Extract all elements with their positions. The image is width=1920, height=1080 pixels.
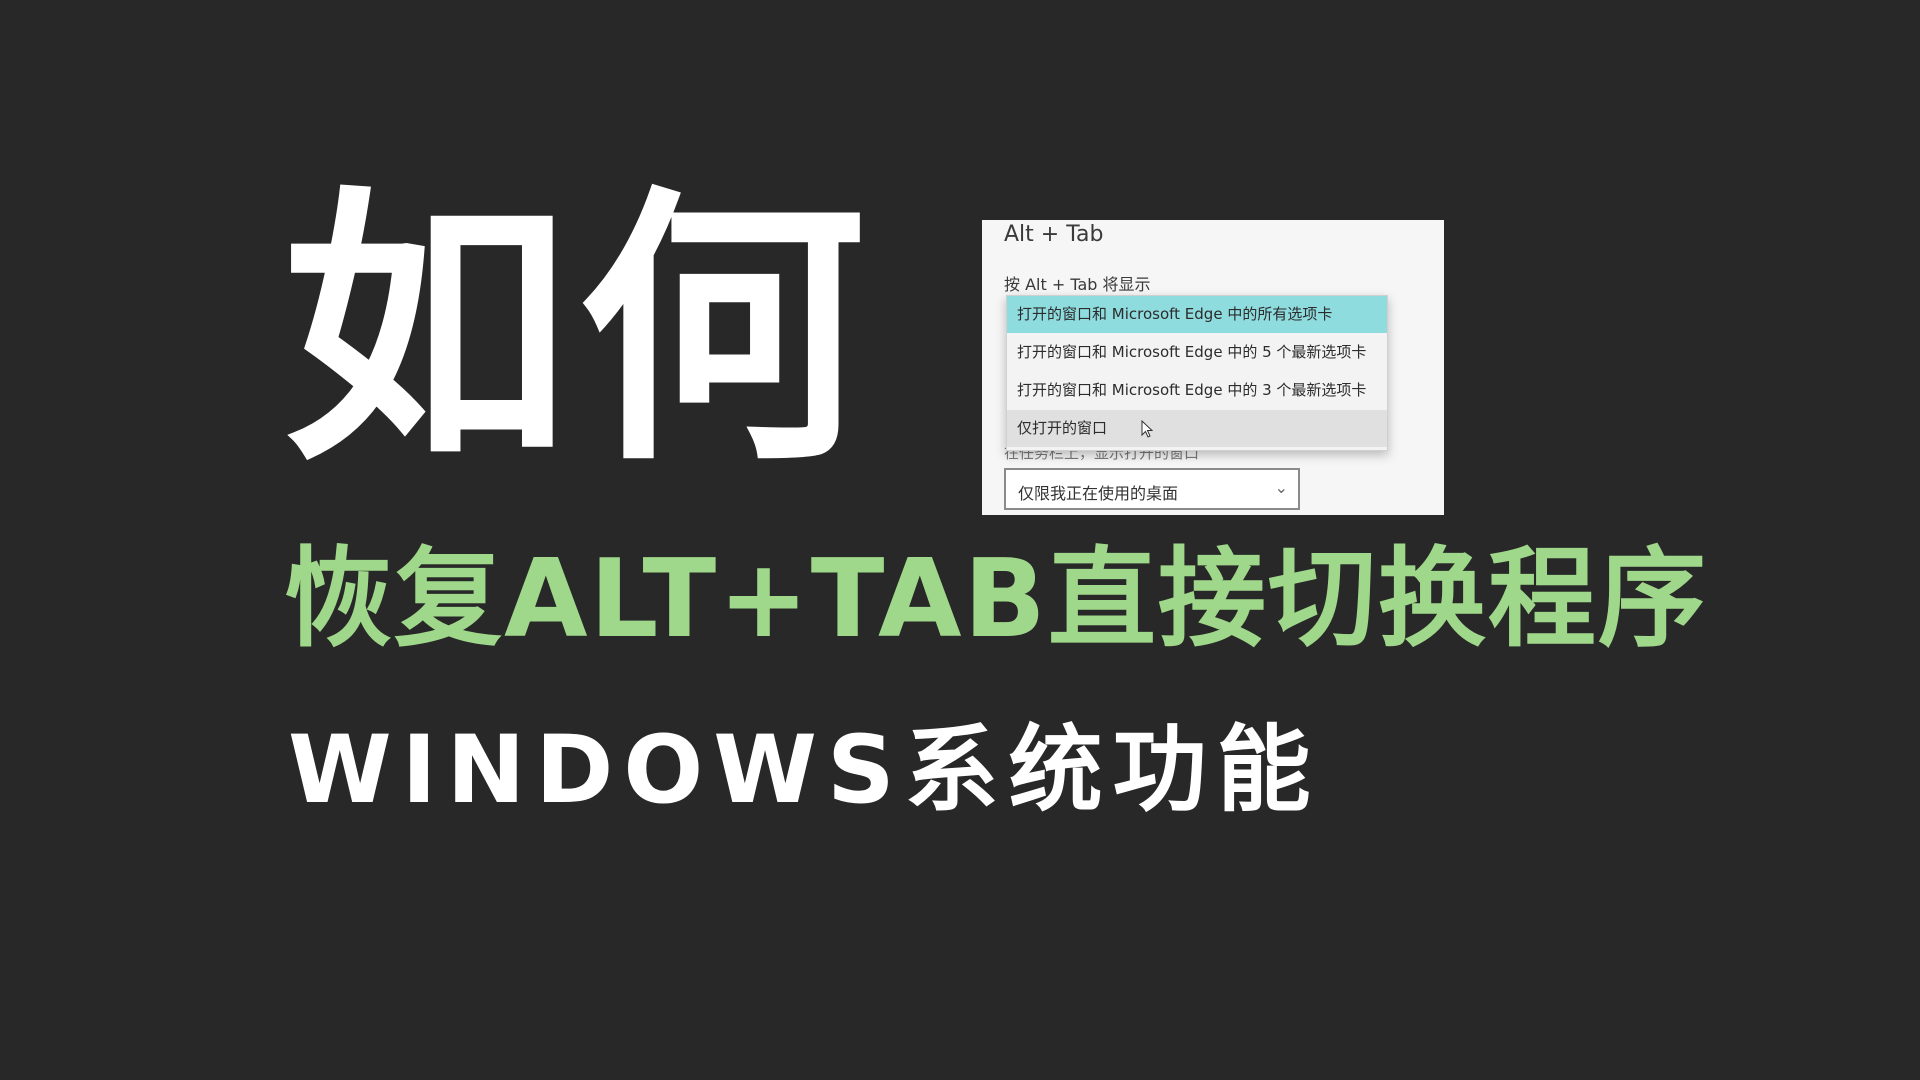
dropdown-option-label: 仅打开的窗口 xyxy=(1017,419,1108,437)
dropdown-option-all-tabs[interactable]: 打开的窗口和 Microsoft Edge 中的所有选项卡 xyxy=(1007,296,1387,333)
chevron-down-icon: ⌄ xyxy=(1274,478,1288,497)
tagline: WINDOWS系统功能 xyxy=(288,716,1321,825)
subtitle: 恢复ALT+TAB直接切换程序 xyxy=(284,537,1708,662)
dropdown-option-label: 打开的窗口和 Microsoft Edge 中的 3 个最新选项卡 xyxy=(1017,381,1367,399)
settings-heading: Alt + Tab xyxy=(1004,222,1104,247)
dropdown-option-windows-only[interactable]: 仅打开的窗口 xyxy=(1007,410,1387,447)
dropdown-option-label: 打开的窗口和 Microsoft Edge 中的所有选项卡 xyxy=(1017,305,1333,323)
dropdown-option-label: 打开的窗口和 Microsoft Edge 中的 5 个最新选项卡 xyxy=(1017,343,1367,361)
mouse-pointer-icon xyxy=(1141,420,1154,438)
page-title: 如何 xyxy=(282,164,874,499)
dropdown-option-3-tabs[interactable]: 打开的窗口和 Microsoft Edge 中的 3 个最新选项卡 xyxy=(1007,372,1387,409)
settings-label: 按 Alt + Tab 将显示 xyxy=(1004,275,1151,294)
desktop-select-value: 仅限我正在使用的桌面 xyxy=(1018,484,1179,503)
dropdown-option-5-tabs[interactable]: 打开的窗口和 Microsoft Edge 中的 5 个最新选项卡 xyxy=(1007,334,1387,371)
alt-tab-dropdown[interactable]: 打开的窗口和 Microsoft Edge 中的所有选项卡 打开的窗口和 Mic… xyxy=(1006,295,1388,451)
desktop-select[interactable]: 仅限我正在使用的桌面 ⌄ xyxy=(1004,468,1300,510)
alt-tab-settings-screenshot: Alt + Tab 按 Alt + Tab 将显示 在任务栏上，显示打开的窗口 … xyxy=(982,220,1444,515)
